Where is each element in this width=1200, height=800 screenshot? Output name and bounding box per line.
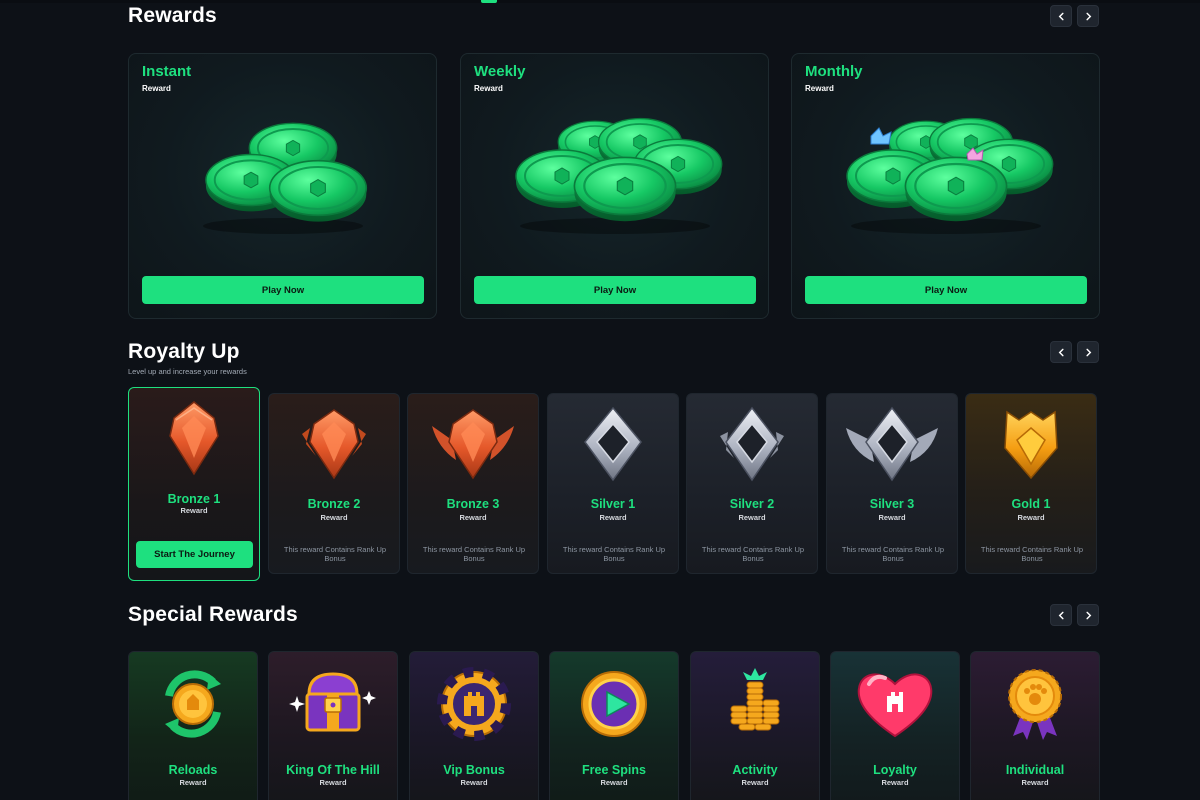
special-subtitle: Reward <box>460 778 488 787</box>
reward-card-subtitle: Reward <box>142 84 171 93</box>
special-card-individual[interactable]: Individual Reward <box>970 651 1100 800</box>
rank-description: This reward Contains Rank Up Bonus <box>562 545 666 563</box>
rank-subtitle: Reward <box>599 513 627 522</box>
reward-card-title: Instant <box>142 63 192 80</box>
chevron-right-icon <box>1085 348 1091 356</box>
start-journey-button[interactable]: Start The Journey <box>136 541 253 568</box>
coin-pile-icon <box>514 117 723 234</box>
chevron-left-icon <box>1058 348 1064 356</box>
heart-icon <box>857 673 933 738</box>
top-nav-strip <box>0 0 1200 3</box>
special-card-free-spins[interactable]: Free Spins Reward <box>549 651 679 800</box>
rank-card-silver-3[interactable]: Silver 3 Reward This reward Contains Ran… <box>826 393 958 574</box>
rank-title: Silver 2 <box>729 497 775 511</box>
rank-description: This reward Contains Rank Up Bonus <box>422 545 526 563</box>
monthly-play-now-button[interactable]: Play Now <box>805 276 1087 304</box>
special-card-reloads[interactable]: Reloads Reward <box>128 651 258 800</box>
play-coin-icon <box>581 671 647 737</box>
chevron-left-icon <box>1058 12 1064 20</box>
vip-chip-icon <box>437 667 511 741</box>
rank-subtitle: Reward <box>738 513 766 522</box>
rank-card-bronze-3[interactable]: Bronze 3 Reward This reward Contains Ran… <box>407 393 539 574</box>
special-card-king-of-the-hill[interactable]: King Of The Hill Reward <box>268 651 398 800</box>
reward-card-subtitle: Reward <box>805 84 834 93</box>
special-subtitle: Reward <box>600 778 628 787</box>
rank-description: This reward Contains Rank Up Bonus <box>283 545 387 563</box>
silver-rank-2-icon <box>720 406 784 482</box>
special-card-loyalty[interactable]: Loyalty Reward <box>830 651 960 800</box>
special-card-vip-bonus[interactable]: Vip Bonus Reward <box>409 651 539 800</box>
royalty-section-subtitle: Level up and increase your rewards <box>128 367 247 376</box>
rank-card-gold-1[interactable]: Gold 1 Reward This reward Contains Rank … <box>965 393 1097 574</box>
rank-card-silver-2[interactable]: Silver 2 Reward This reward Contains Ran… <box>686 393 818 574</box>
special-title: Vip Bonus <box>443 763 505 777</box>
rewards-section-title: Rewards <box>128 4 217 27</box>
medal-icon <box>1008 669 1062 740</box>
rank-description: This reward Contains Rank Up Bonus <box>980 545 1084 563</box>
reward-card-monthly: Monthly Reward Play Now <box>791 53 1100 319</box>
special-section-title: Special Rewards <box>128 603 298 626</box>
bronze-rank-3-icon <box>432 409 514 480</box>
special-title: Reloads <box>168 763 218 777</box>
special-title: Activity <box>732 763 778 777</box>
rank-card-bronze-1[interactable]: Bronze 1 Reward Start The Journey <box>128 387 260 581</box>
royalty-prev-button[interactable] <box>1050 341 1072 363</box>
rank-subtitle: Reward <box>878 513 906 522</box>
rank-description: This reward Contains Rank Up Bonus <box>701 545 805 563</box>
coin-pile-icon <box>845 117 1054 234</box>
rank-subtitle: Reward <box>1017 513 1045 522</box>
reward-card-weekly: Weekly Reward Play Now <box>460 53 769 319</box>
rank-subtitle: Reward <box>320 513 348 522</box>
reward-card-subtitle: Reward <box>474 84 503 93</box>
special-title: Loyalty <box>873 763 917 777</box>
bronze-rank-1-icon <box>169 401 219 476</box>
rank-title: Bronze 2 <box>307 497 361 511</box>
rewards-next-button[interactable] <box>1077 5 1099 27</box>
special-next-button[interactable] <box>1077 604 1099 626</box>
chevron-left-icon <box>1058 611 1064 619</box>
special-subtitle: Reward <box>741 778 769 787</box>
rank-description: This reward Contains Rank Up Bonus <box>841 545 945 563</box>
coin-pile-icon <box>202 122 367 234</box>
special-subtitle: Reward <box>319 778 347 787</box>
rank-card-bronze-2[interactable]: Bronze 2 Reward This reward Contains Ran… <box>268 393 400 574</box>
special-card-activity[interactable]: Activity Reward <box>690 651 820 800</box>
silver-rank-3-icon <box>846 406 938 482</box>
rank-subtitle: Reward <box>459 513 487 522</box>
gold-rank-1-icon <box>1004 410 1058 480</box>
reward-card-title: Weekly <box>474 63 526 80</box>
special-subtitle: Reward <box>1021 778 1049 787</box>
royalty-next-button[interactable] <box>1077 341 1099 363</box>
chevron-right-icon <box>1085 611 1091 619</box>
special-title: Free Spins <box>582 763 646 777</box>
special-title: Individual <box>1005 763 1065 777</box>
special-title: King Of The Hill <box>286 763 380 777</box>
rank-title: Bronze 3 <box>446 497 500 511</box>
chevron-right-icon <box>1085 12 1091 20</box>
active-tab-indicator <box>481 0 497 3</box>
bronze-rank-2-icon <box>302 409 366 480</box>
rank-subtitle: Reward <box>180 506 208 515</box>
special-subtitle: Reward <box>881 778 909 787</box>
weekly-play-now-button[interactable]: Play Now <box>474 276 756 304</box>
coin-stacks-icon <box>730 668 780 731</box>
rank-title: Bronze 1 <box>167 492 221 506</box>
treasure-chest-icon <box>289 672 376 732</box>
rank-card-silver-1[interactable]: Silver 1 Reward This reward Contains Ran… <box>547 393 679 574</box>
reward-card-title: Monthly <box>805 63 863 80</box>
special-subtitle: Reward <box>179 778 207 787</box>
reward-card-instant: Instant Reward Play Now <box>128 53 437 319</box>
reload-coin-icon <box>165 670 221 738</box>
rank-title: Gold 1 <box>1011 497 1051 511</box>
rank-title: Silver 3 <box>869 497 915 511</box>
silver-rank-1-icon <box>584 406 642 482</box>
special-prev-button[interactable] <box>1050 604 1072 626</box>
instant-play-now-button[interactable]: Play Now <box>142 276 424 304</box>
rewards-prev-button[interactable] <box>1050 5 1072 27</box>
royalty-section-title: Royalty Up <box>128 340 240 363</box>
rank-title: Silver 1 <box>590 497 636 511</box>
